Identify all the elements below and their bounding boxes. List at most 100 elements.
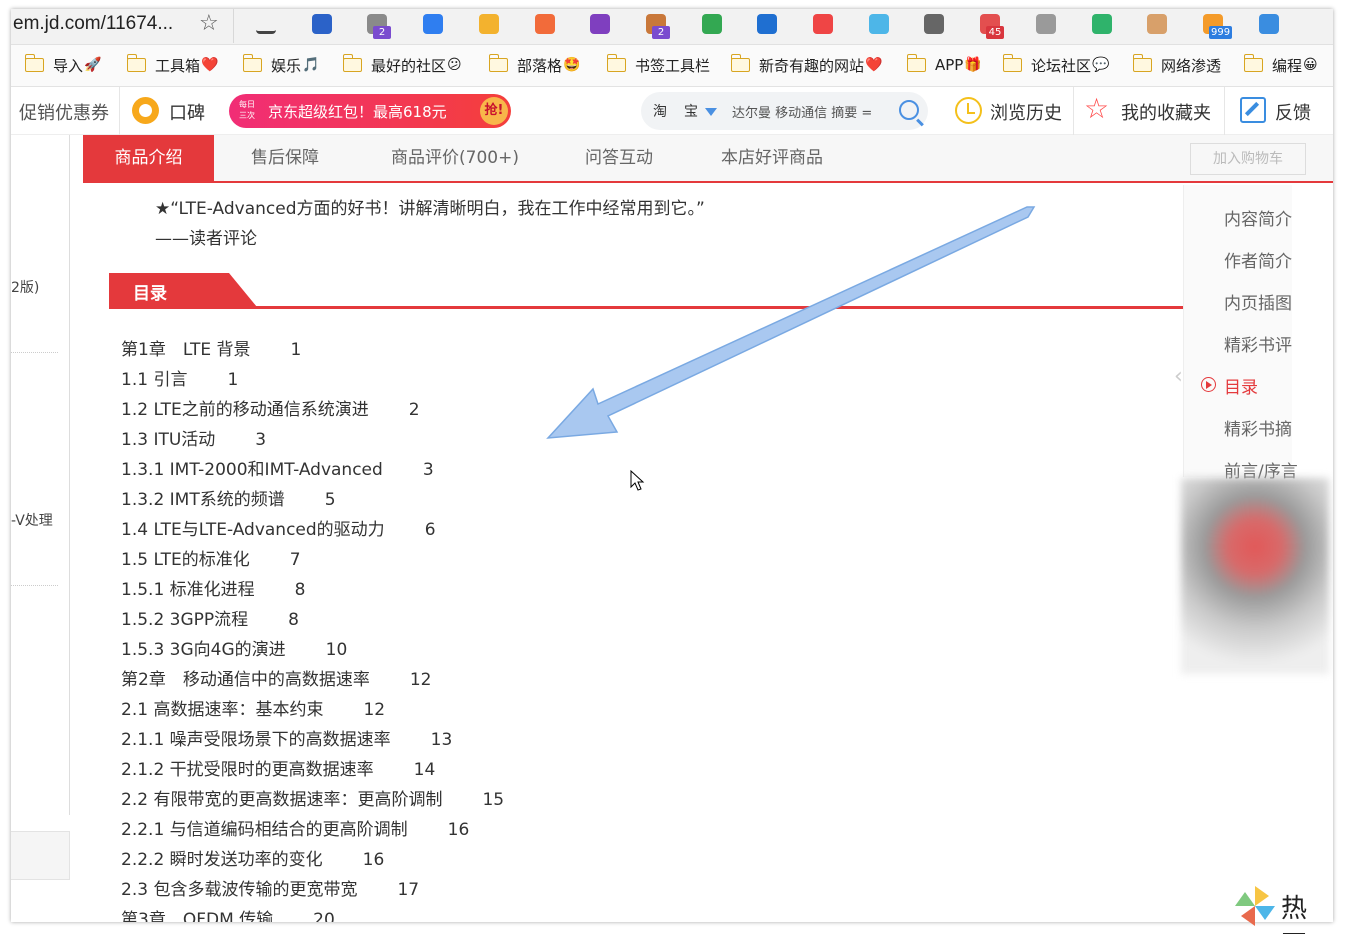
feedback-link[interactable]: 反馈 <box>1275 99 1311 125</box>
bookmark-label: 导入 <box>53 56 84 75</box>
j-icon[interactable] <box>757 14 777 34</box>
bookmark-folder[interactable]: 导入 🚀 <box>24 54 102 76</box>
evernote-icon[interactable] <box>702 14 722 34</box>
bookmark-emoji: 🚀 <box>84 57 102 73</box>
toc-item-title: 2.3 包含多载波传输的更宽带宽 <box>121 880 358 900</box>
divider <box>119 87 120 135</box>
bookmark-folder[interactable]: 娱乐 🎵 <box>242 54 320 76</box>
favorites-link[interactable]: 我的收藏夹 <box>1121 99 1211 125</box>
side-nav-item[interactable]: 精彩书摘 <box>1224 415 1292 440</box>
bookmark-label: 新奇有趣的网站 <box>759 56 865 75</box>
toc-item: 1.5.1 标准化进程 8 <box>121 575 306 600</box>
toc-item-title: 2.2.2 瞬时发送功率的变化 <box>121 850 323 870</box>
page-icon[interactable] <box>1036 14 1056 34</box>
tab-product-intro[interactable]: 商品介绍 <box>83 135 214 181</box>
divider <box>1073 87 1074 135</box>
left-panel: 2版) -V处理 <box>11 135 70 815</box>
star-icon[interactable]: ☆ <box>199 11 219 36</box>
daily-label: 每日三次 <box>239 100 255 120</box>
search-input[interactable]: 达尔曼 移动通信 摘要 = <box>732 102 892 121</box>
pinwheel-logo-icon <box>1235 886 1275 926</box>
bookmark-folder[interactable]: 新奇有趣的网站 ❤️ <box>730 54 882 76</box>
url-field[interactable]: em.jd.com/11674... <box>13 13 173 35</box>
bookmark-folder[interactable]: 论坛社区 💬 <box>1002 54 1109 76</box>
tab-shop-recommended[interactable]: 本店好评商品 <box>713 135 831 181</box>
product-tabs: 商品介绍 售后保障 商品评价(700+) 问答互动 本店好评商品 加入购物车 <box>83 135 1333 183</box>
bookmark-folder[interactable]: 书签工具栏 <box>606 54 710 76</box>
tab-reviews[interactable]: 商品评价(700+) <box>379 135 531 181</box>
blurred-qr-image <box>1181 478 1329 674</box>
toc-item: 1.1 引言 1 <box>121 365 238 390</box>
side-nav-item[interactable]: 内容简介 <box>1224 205 1292 230</box>
bookmark-label: 最好的社区 <box>371 56 447 75</box>
grab-button[interactable]: 抢! <box>480 97 508 125</box>
onenote-icon[interactable] <box>590 14 610 34</box>
browser-window: em.jd.com/11674... ☆ 2 2 45 999 导入 🚀 工具箱 ❤️ 娱乐 🎵… <box>11 9 1333 922</box>
toc-item: 1.2 LTE之前的移动通信系统演进 2 <box>121 395 420 420</box>
search-icon[interactable] <box>899 100 919 120</box>
red-list-icon[interactable] <box>813 14 833 34</box>
search-box[interactable]: 淘 宝 达尔曼 移动通信 摘要 = <box>641 92 928 130</box>
divider <box>11 352 58 353</box>
toc-item-title: 2.2.1 与信道编码相结合的更高阶调制 <box>121 820 408 840</box>
download-icon[interactable] <box>256 14 276 34</box>
bookmark-folder[interactable]: 网络渗透 <box>1132 54 1221 76</box>
bookmark-folder[interactable]: 最好的社区 😕 <box>342 54 462 76</box>
chevron-left-icon: ‹ <box>1174 364 1183 389</box>
toc-item: 1.5.2 3GPP流程 8 <box>121 605 299 630</box>
review-source: ——读者评论 <box>155 229 257 249</box>
bookmark-folder[interactable]: 工具箱 ❤️ <box>126 54 218 76</box>
folder-icon <box>906 54 926 72</box>
bookmark-label: 编程 <box>1272 56 1303 75</box>
toc-item: 2.2.2 瞬时发送功率的变化 16 <box>121 845 384 870</box>
toc-item: 2.2 有限带宽的更高数据速率：更高阶调制 15 <box>121 785 504 810</box>
side-nav-item[interactable]: 精彩书评 <box>1224 331 1292 356</box>
promo-link[interactable]: 促销优惠券 <box>19 99 109 125</box>
toc-item-title: 1.3 ITU活动 <box>121 430 216 450</box>
cup-icon[interactable] <box>869 14 889 34</box>
y-extension-icon[interactable] <box>312 14 332 34</box>
extension-badge: 999 <box>1209 26 1233 39</box>
toc-item-page: 17 <box>397 880 420 900</box>
toc-tab <box>109 273 257 307</box>
glasses-face-icon[interactable] <box>924 14 944 34</box>
face-icon[interactable] <box>1147 14 1167 34</box>
tab-after-sales[interactable]: 售后保障 <box>235 135 335 181</box>
folder-icon <box>1132 54 1152 72</box>
toc-item-title: 2.2 有限带宽的更高数据速率：更高阶调制 <box>121 790 443 810</box>
folder-icon <box>488 54 508 72</box>
chevron-down-icon[interactable] <box>705 108 717 116</box>
koubei-link[interactable]: 口碑 <box>169 99 205 125</box>
bookmark-emoji: 🎵 <box>302 57 320 73</box>
side-nav-item[interactable]: 内页插图 <box>1224 289 1292 314</box>
toc-item: 1.4 LTE与LTE-Advanced的驱动力 6 <box>121 515 436 540</box>
green-e-icon[interactable] <box>1092 14 1112 34</box>
tab-qa[interactable]: 问答互动 <box>569 135 669 181</box>
toc-item-title: 1.4 LTE与LTE-Advanced的驱动力 <box>121 520 385 540</box>
star-outline-icon: ☆ <box>1084 92 1110 125</box>
toc-item-page: 16 <box>362 850 385 870</box>
file-icon[interactable] <box>479 14 499 34</box>
bookmark-emoji: 😕 <box>447 57 462 73</box>
left-panel-text[interactable]: 2版) <box>11 277 39 297</box>
code-icon[interactable] <box>1259 14 1279 34</box>
side-nav-item[interactable]: 目录 <box>1224 373 1258 398</box>
orange-circle-icon[interactable] <box>535 14 555 34</box>
red-packet-banner[interactable]: 每日三次 京东超级红包！最高618元 抢! <box>229 94 511 128</box>
left-panel-text[interactable]: -V处理 <box>11 510 53 530</box>
toc-item-page: 12 <box>409 670 432 690</box>
toc-item-page: 7 <box>289 550 301 570</box>
bookmark-folder[interactable]: 编程 😀 <box>1243 54 1318 76</box>
left-panel-box <box>11 831 70 880</box>
bookmark-emoji: 🎁 <box>964 57 982 73</box>
blue-pencil-icon[interactable] <box>423 14 443 34</box>
side-nav-item[interactable]: 作者简介 <box>1224 247 1292 272</box>
history-link[interactable]: 浏览历史 <box>990 99 1062 125</box>
search-tao: 淘 <box>653 104 667 120</box>
bookmark-folder[interactable]: APP 🎁 <box>906 54 982 76</box>
add-to-cart-button[interactable]: 加入购物车 <box>1190 143 1306 175</box>
toc-item-page: 10 <box>325 640 348 660</box>
toc-item: 第1章 LTE 背景 1 <box>121 335 301 360</box>
divider <box>11 585 58 586</box>
bookmark-folder[interactable]: 部落格 🤩 <box>488 54 580 76</box>
